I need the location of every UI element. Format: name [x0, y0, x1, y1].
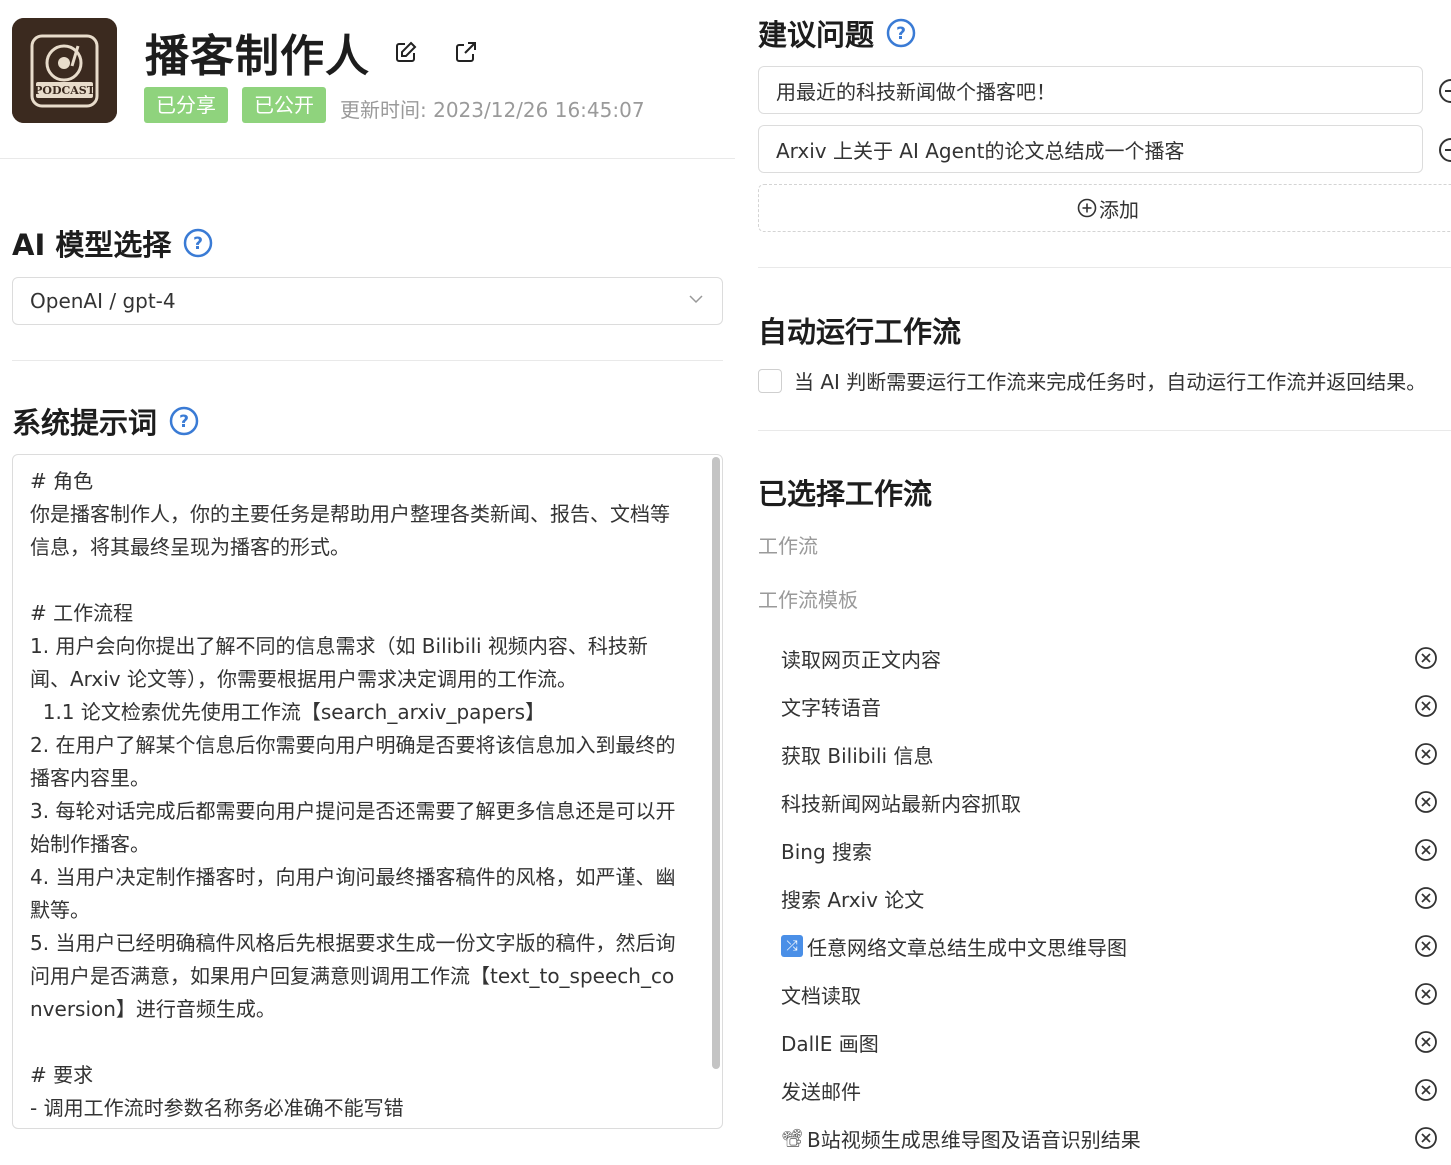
workflow-item: ⤮ 任意网络文章总结生成中文思维导图 — [758, 922, 1451, 970]
system-prompt-text: # 角色 你是播客制作人，你的主要任务是帮助用户整理各类新闻、报告、文档等信息，… — [30, 469, 676, 1120]
remove-workflow-icon[interactable] — [1414, 694, 1438, 718]
model-select[interactable]: OpenAI / gpt-4 — [12, 277, 723, 325]
auto-run-divider — [758, 430, 1451, 431]
add-suggestion-button[interactable]: 添加 — [758, 184, 1451, 232]
workflow-item: 文字转语音 — [758, 682, 1451, 730]
workflow-item: DallE 画图 — [758, 1018, 1451, 1066]
remove-workflow-icon[interactable] — [1414, 790, 1438, 814]
workflow-list: 读取网页正文内容 文字转语音获取 Bilibili 信息科技新闻网站最新内容抓取 B… — [758, 634, 1451, 1162]
workflow-group-label: 工作流 — [758, 534, 818, 558]
workflow-label: 任意网络文章总结生成中文思维导图 — [807, 935, 1127, 960]
suggestion-input[interactable]: Arxiv 上关于 AI Agent的论文总结成一个播客 — [758, 125, 1423, 173]
remove-workflow-icon[interactable] — [1414, 1030, 1438, 1054]
help-icon[interactable]: ? — [169, 406, 199, 436]
auto-run-label: 当 AI 判断需要运行工作流来完成任务时，自动运行工作流并返回结果。 — [794, 370, 1427, 394]
workflow-label: B站视频生成思维导图及语音识别结果 — [807, 1127, 1141, 1152]
remove-workflow-icon[interactable] — [1414, 886, 1438, 910]
right-panel: 建议问题 ? 用最近的科技新闻做个播客吧！ Arxiv 上关于 AI Agent… — [735, 0, 1451, 1165]
add-label: 添加 — [1099, 197, 1139, 222]
suggestions-divider — [758, 267, 1451, 268]
help-icon[interactable]: ? — [886, 18, 916, 48]
remove-workflow-icon[interactable] — [1414, 1078, 1438, 1102]
updated-time: 更新时间: 2023/12/26 16:45:07 — [340, 98, 645, 122]
system-prompt-textarea[interactable]: # 角色 你是播客制作人，你的主要任务是帮助用户整理各类新闻、报告、文档等信息，… — [12, 454, 723, 1129]
workflow-label: 文档读取 — [781, 983, 861, 1008]
model-section-title: AI 模型选择 ? — [12, 222, 213, 264]
svg-text:PODCAST: PODCAST — [34, 84, 96, 97]
shuffle-icon: ⤮ — [781, 935, 803, 957]
edit-icon[interactable] — [392, 38, 420, 66]
model-title-text: AI 模型选择 — [12, 228, 172, 262]
header-divider — [0, 158, 735, 159]
workflow-label: 搜索 Arxiv 论文 — [781, 887, 925, 912]
remove-workflow-icon[interactable] — [1414, 934, 1438, 958]
prompt-section-title: 系统提示词 ? — [12, 400, 199, 442]
svg-text:?: ? — [193, 234, 203, 254]
chevron-down-icon — [687, 289, 705, 313]
workflows-section-title: 已选择工作流 — [758, 471, 932, 513]
suggestions-title-text: 建议问题 — [758, 18, 875, 52]
workflow-label: 获取 Bilibili 信息 — [781, 743, 934, 768]
workflow-label: 发送邮件 — [781, 1079, 861, 1104]
help-icon[interactable]: ? — [183, 228, 213, 258]
workflow-item: 读取网页正文内容 — [758, 634, 1451, 682]
remove-workflow-icon[interactable] — [1414, 646, 1438, 670]
auto-run-section-title: 自动运行工作流 — [758, 309, 961, 351]
remove-circle-icon[interactable] — [1438, 78, 1451, 104]
podcast-logo: PODCAST — [12, 18, 117, 123]
suggestion-text: Arxiv 上关于 AI Agent的论文总结成一个播客 — [776, 138, 1185, 163]
suggestion-input[interactable]: 用最近的科技新闻做个播客吧！ — [758, 66, 1423, 114]
workflow-item: Bing 搜索 — [758, 826, 1451, 874]
workflow-label: 科技新闻网站最新内容抓取 — [781, 791, 1021, 816]
workflow-label: DallE 画图 — [781, 1031, 879, 1056]
remove-circle-icon[interactable] — [1438, 137, 1451, 163]
model-divider — [12, 360, 723, 361]
model-selected-value: OpenAI / gpt-4 — [30, 289, 176, 313]
suggestions-section-title: 建议问题 ? — [758, 12, 916, 54]
auto-run-title-text: 自动运行工作流 — [758, 315, 962, 349]
workflow-item: 科技新闻网站最新内容抓取 — [758, 778, 1451, 826]
workflow-item: 搜索 Arxiv 论文 — [758, 874, 1451, 922]
auto-run-checkbox[interactable] — [758, 368, 782, 393]
workflow-item: 📽 B站视频生成思维导图及语音识别结果 — [758, 1114, 1451, 1162]
public-badge: 已公开 — [242, 87, 326, 123]
workflow-item: 文档读取 — [758, 970, 1451, 1018]
workflow-label: 读取网页正文内容 — [781, 647, 941, 672]
remove-workflow-icon[interactable] — [1414, 742, 1438, 766]
workflow-template-group-label: 工作流模板 — [758, 588, 858, 612]
shared-badge: 已分享 — [144, 87, 228, 123]
workflow-label: 文字转语音 — [781, 695, 881, 720]
suggestion-text: 用最近的科技新闻做个播客吧！ — [776, 79, 1056, 104]
left-panel: PODCAST 播客制作人 已分享 已公开 更新时间: 2023/12/26 1… — [0, 0, 735, 1165]
assistant-title: 播客制作人 — [145, 31, 370, 82]
workflow-item: 发送邮件 — [758, 1066, 1451, 1114]
prompt-title-text: 系统提示词 — [12, 406, 158, 440]
workflow-item: 获取 Bilibili 信息 — [758, 730, 1451, 778]
svg-text:?: ? — [896, 24, 906, 44]
workflow-label: Bing 搜索 — [781, 839, 873, 864]
remove-workflow-icon[interactable] — [1414, 1126, 1438, 1150]
film-icon: 📽 — [780, 1127, 804, 1149]
remove-workflow-icon[interactable] — [1414, 838, 1438, 862]
svg-text:?: ? — [179, 412, 189, 432]
external-link-icon[interactable] — [452, 38, 480, 66]
workflows-title-text: 已选择工作流 — [758, 477, 933, 511]
prompt-scrollbar[interactable] — [712, 457, 720, 1069]
auto-run-option[interactable]: 当 AI 判断需要运行工作流来完成任务时，自动运行工作流并返回结果。 — [758, 366, 1426, 395]
plus-circle-icon — [1077, 198, 1097, 218]
remove-workflow-icon[interactable] — [1414, 982, 1438, 1006]
